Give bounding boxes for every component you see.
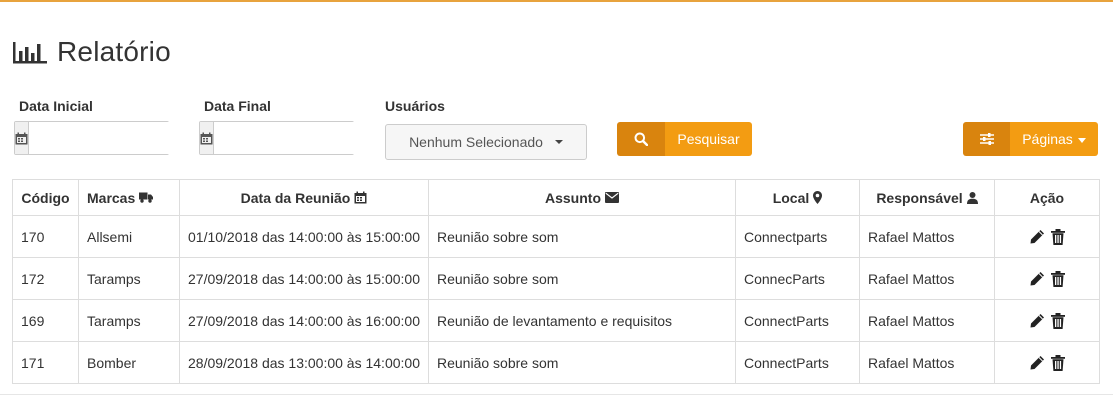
cell-local: ConnectParts: [735, 299, 860, 342]
edit-pencil-icon[interactable]: [1029, 271, 1045, 287]
cell-assunto: Reunião sobre som: [428, 341, 736, 384]
pages-button-label: Páginas: [1022, 131, 1073, 147]
page-header: Relatório: [13, 34, 171, 70]
calendar-icon[interactable]: [15, 122, 29, 154]
cell-codigo: 172: [12, 257, 79, 300]
table-header-row: Código Marcas Data da Reunião Assunto Lo…: [12, 179, 1100, 216]
cell-acao: [994, 257, 1100, 300]
envelope-icon: [605, 192, 619, 203]
col-header-data[interactable]: Data da Reunião: [179, 179, 429, 216]
cell-data: 01/10/2018 das 14:00:00 às 15:00:00: [179, 215, 429, 258]
data-final-input[interactable]: [214, 122, 411, 154]
bar-chart-icon: [13, 42, 47, 64]
cell-assunto: Reunião sobre som: [428, 257, 736, 300]
table-row[interactable]: 172 Taramps 27/09/2018 das 14:00:00 às 15:…: [12, 257, 1100, 300]
edit-pencil-icon[interactable]: [1029, 355, 1045, 371]
search-icon: [617, 122, 665, 156]
map-marker-icon: [813, 191, 823, 204]
usuarios-select[interactable]: Nenhum Selecionado: [385, 124, 587, 160]
usuarios-label: Usuários: [385, 98, 445, 114]
col-header-assunto[interactable]: Assunto: [428, 179, 736, 216]
cell-local: Connectparts: [735, 215, 860, 258]
cell-responsavel: Rafael Mattos: [859, 257, 995, 300]
pages-dropdown-button[interactable]: Páginas: [963, 122, 1098, 156]
data-inicial-group: [14, 121, 226, 155]
cell-data: 27/09/2018 das 14:00:00 às 15:00:00: [179, 257, 429, 300]
data-final-group: [199, 121, 411, 155]
cell-codigo: 169: [12, 299, 79, 342]
edit-pencil-icon[interactable]: [1029, 229, 1045, 245]
cell-local: ConnectParts: [735, 341, 860, 384]
row-actions: [1003, 312, 1091, 329]
cell-data: 28/09/2018 das 13:00:00 às 14:00:00: [179, 341, 429, 384]
user-icon: [966, 191, 978, 204]
caret-down-icon: [1077, 137, 1086, 143]
cell-marca: Taramps: [78, 299, 180, 342]
table-row[interactable]: 170 Allsemi 01/10/2018 das 14:00:00 às 15:…: [12, 215, 1100, 258]
row-actions: [1003, 354, 1091, 371]
cell-responsavel: Rafael Mattos: [859, 299, 995, 342]
delete-trash-icon[interactable]: [1051, 228, 1065, 245]
row-actions: [1003, 228, 1091, 245]
table-row[interactable]: 171 Bomber 28/09/2018 das 13:00:00 às 14:0…: [12, 341, 1100, 384]
cell-data: 27/09/2018 das 14:00:00 às 16:00:00: [179, 299, 429, 342]
cell-responsavel: Rafael Mattos: [859, 215, 995, 258]
cell-marca: Allsemi: [78, 215, 180, 258]
col-header-acao: Ação: [994, 179, 1100, 216]
calendar-icon[interactable]: [200, 122, 214, 154]
col-header-codigo[interactable]: Código: [12, 179, 79, 216]
cell-acao: [994, 341, 1100, 384]
data-final-label: Data Final: [204, 98, 271, 114]
search-button[interactable]: Pesquisar: [617, 122, 752, 156]
cell-assunto: Reunião sobre som: [428, 215, 736, 258]
report-panel: Relatório Data Inicial Data Final Usuári…: [0, 2, 1113, 395]
data-inicial-label: Data Inicial: [19, 98, 93, 114]
data-inicial-input[interactable]: [29, 122, 226, 154]
table-row[interactable]: 169 Taramps 27/09/2018 das 14:00:00 às 16:…: [12, 299, 1100, 342]
truck-icon: [139, 192, 154, 203]
sliders-icon: [963, 122, 1010, 156]
delete-trash-icon[interactable]: [1051, 270, 1065, 287]
pages-button-label-wrap: Páginas: [1010, 122, 1098, 156]
col-header-marcas[interactable]: Marcas: [78, 179, 180, 216]
cell-responsavel: Rafael Mattos: [859, 341, 995, 384]
col-header-local[interactable]: Local: [735, 179, 860, 216]
cell-codigo: 170: [12, 215, 79, 258]
page-title: Relatório: [57, 36, 171, 67]
edit-pencil-icon[interactable]: [1029, 313, 1045, 329]
cell-marca: Taramps: [78, 257, 180, 300]
meetings-table: Código Marcas Data da Reunião Assunto Lo…: [12, 179, 1100, 384]
delete-trash-icon[interactable]: [1051, 354, 1065, 371]
cell-assunto: Reunião de levantamento e requisitos: [428, 299, 736, 342]
delete-trash-icon[interactable]: [1051, 312, 1065, 329]
calendar-icon: [354, 191, 367, 204]
search-button-label: Pesquisar: [665, 122, 752, 156]
cell-local: ConnecParts: [735, 257, 860, 300]
usuarios-selected-value: Nenhum Selecionado: [409, 134, 543, 150]
cell-acao: [994, 215, 1100, 258]
caret-down-icon: [554, 140, 563, 144]
col-header-responsavel[interactable]: Responsável: [859, 179, 995, 216]
cell-acao: [994, 299, 1100, 342]
cell-marca: Bomber: [78, 341, 180, 384]
row-actions: [1003, 270, 1091, 287]
cell-codigo: 171: [12, 341, 79, 384]
